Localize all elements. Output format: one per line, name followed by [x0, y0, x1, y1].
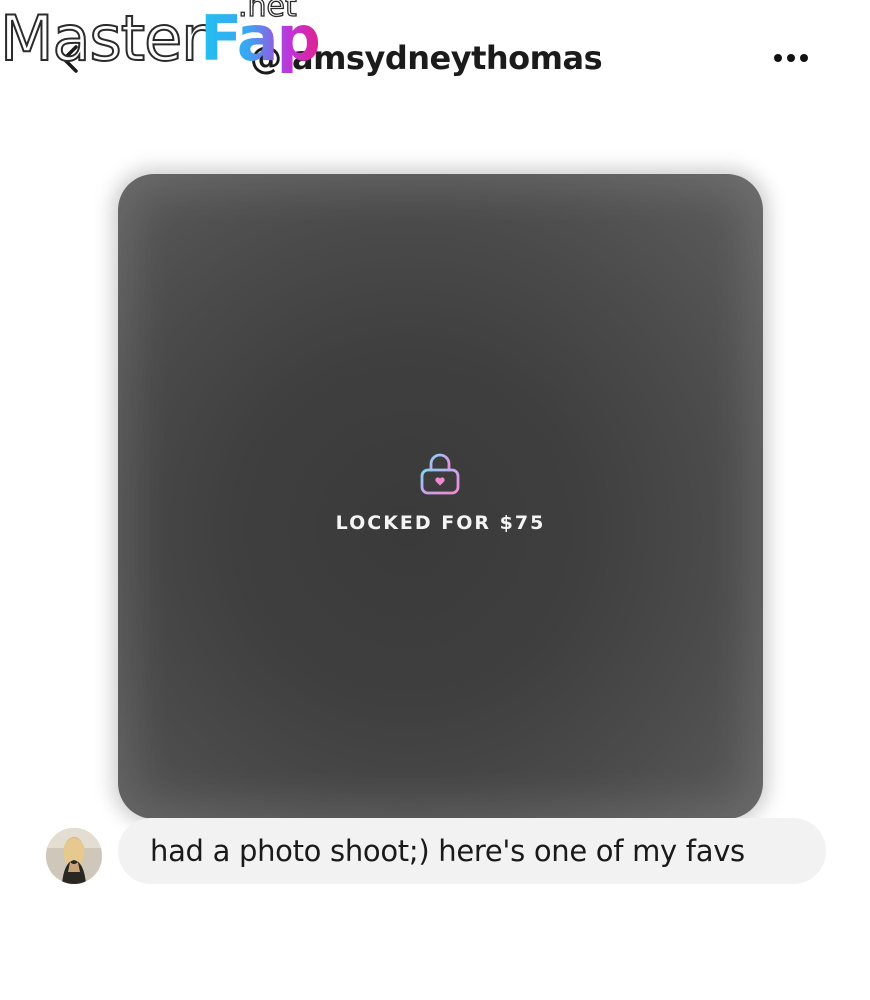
watermark-suffix: .net [237, 0, 297, 24]
lock-heart-icon [420, 453, 460, 495]
more-dot-icon [800, 54, 808, 62]
more-dot-icon [774, 54, 782, 62]
more-dot-icon [787, 54, 795, 62]
watermark-word-master: Master [0, 2, 208, 75]
sender-avatar[interactable] [46, 828, 102, 884]
more-options-button[interactable] [766, 46, 816, 70]
avatar-image [46, 828, 102, 884]
message-text: had a photo shoot;) here's one of my fav… [150, 834, 745, 868]
locked-overlay: LOCKED FOR $75 [118, 174, 763, 819]
locked-media-card[interactable]: LOCKED FOR $75 [118, 174, 763, 819]
watermark-logo: Master Fap .net [0, 0, 321, 82]
message-bubble[interactable]: had a photo shoot;) here's one of my fav… [118, 818, 826, 884]
locked-price-label: LOCKED FOR $75 [335, 512, 546, 534]
